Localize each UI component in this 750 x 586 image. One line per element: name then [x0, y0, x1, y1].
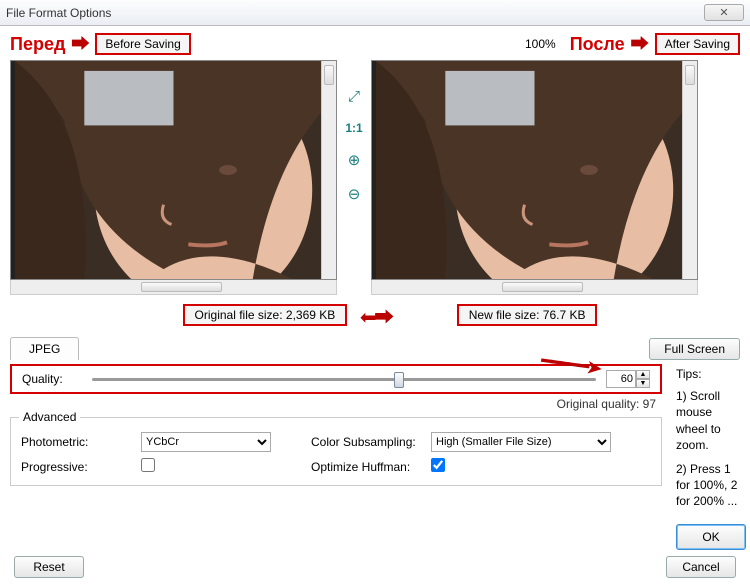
original-quality: Original quality: 97	[10, 397, 656, 411]
image-viewport[interactable]	[10, 60, 337, 280]
fullscreen-button[interactable]: Full Screen	[649, 338, 740, 360]
photometric-label: Photometric:	[21, 435, 141, 449]
horizontal-scrollbar[interactable]	[10, 280, 337, 295]
slider-thumb[interactable]	[394, 372, 404, 388]
tip-text: 2) Press 1 for 100%, 2 for 200% ...	[676, 461, 746, 510]
vertical-scrollbar[interactable]	[682, 61, 697, 279]
tip-text: 1) Scroll mouse wheel to zoom.	[676, 388, 746, 453]
double-arrow-icon: ⬅ ⮕	[360, 301, 390, 330]
original-filesize: Original file size: 2,369 KB	[183, 304, 348, 326]
annotation-before: Перед	[10, 34, 65, 55]
window-title: File Format Options	[6, 6, 111, 20]
chevron-down-icon[interactable]: ▼	[636, 379, 650, 388]
huffman-checkbox[interactable]	[431, 458, 445, 472]
photometric-select[interactable]: YCbCr	[141, 432, 271, 452]
preview-before	[10, 60, 337, 295]
image-viewport[interactable]	[371, 60, 698, 280]
quality-stepper[interactable]: ▲▼	[606, 370, 650, 388]
chevron-up-icon[interactable]: ▲	[636, 370, 650, 379]
progressive-label: Progressive:	[21, 460, 141, 474]
annotation-after: После	[570, 34, 625, 55]
horizontal-scrollbar[interactable]	[371, 280, 698, 295]
new-filesize: New file size: 76.7 KB	[457, 304, 598, 326]
tab-jpeg[interactable]: JPEG	[10, 337, 79, 360]
close-icon[interactable]: ✕	[704, 4, 744, 21]
cancel-button[interactable]: Cancel	[666, 556, 736, 578]
advanced-legend: Advanced	[19, 410, 80, 424]
quality-label: Quality:	[22, 372, 82, 386]
zoom-in-icon[interactable]: ⊕	[348, 151, 361, 169]
one-to-one-icon[interactable]: 1:1	[345, 121, 362, 135]
after-saving-box: After Saving	[655, 33, 740, 55]
preview-after	[371, 60, 698, 295]
arrow-right-icon: ⮕	[631, 35, 649, 53]
fit-window-icon[interactable]: ⤢	[348, 88, 360, 105]
arrow-right-icon: ⮕	[71, 35, 89, 53]
ok-button[interactable]: OK	[676, 524, 746, 550]
quality-slider[interactable]	[92, 378, 596, 381]
before-saving-box: Before Saving	[95, 33, 190, 55]
photo-placeholder-icon	[11, 61, 336, 279]
subsampling-label: Color Subsampling:	[311, 435, 431, 449]
huffman-label: Optimize Huffman:	[311, 460, 431, 474]
zoom-percent: 100%	[525, 37, 556, 51]
zoom-out-icon[interactable]: ⊖	[348, 185, 361, 203]
tips-heading: Tips:	[676, 366, 746, 382]
reset-button[interactable]: Reset	[14, 556, 84, 578]
quality-value[interactable]	[606, 370, 636, 388]
subsampling-select[interactable]: High (Smaller File Size)	[431, 432, 611, 452]
progressive-checkbox[interactable]	[141, 458, 155, 472]
vertical-scrollbar[interactable]	[321, 61, 336, 279]
photo-placeholder-icon	[372, 61, 697, 279]
